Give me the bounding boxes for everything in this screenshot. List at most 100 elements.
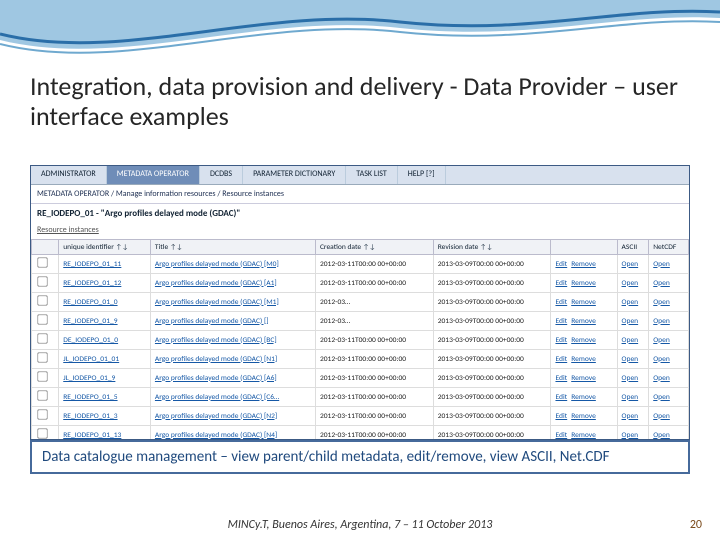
row-id[interactable]: RE_IODEPO_01_9 <box>59 312 151 331</box>
table-row: RE_IODEPO_01_11Argo profiles delayed mod… <box>32 255 689 274</box>
row-title[interactable]: Argo profiles delayed mode (GDAC) [N1] <box>150 350 315 369</box>
row-checkbox[interactable] <box>37 352 47 362</box>
row-id[interactable]: RE_IODEPO_01_12 <box>59 274 151 293</box>
row-checkbox-cell <box>32 426 59 441</box>
netcdf-link[interactable]: Open <box>649 369 689 388</box>
table-row: JL_IODEPO_01_9Argo profiles delayed mode… <box>32 369 689 388</box>
ascii-link[interactable]: Open <box>617 388 649 407</box>
ascii-link[interactable]: Open <box>617 331 649 350</box>
table-row: RE_IODEPO_01_0Argo profiles delayed mode… <box>32 293 689 312</box>
footer-text: MINCy.T, Buenos Aires, Argentina, 7 – 11… <box>0 518 720 532</box>
tab-help[interactable]: HELP [?] <box>398 166 446 184</box>
row-checkbox[interactable] <box>37 276 47 286</box>
row-title[interactable]: Argo profiles delayed mode (GDAC) [A6] <box>150 369 315 388</box>
netcdf-link[interactable]: Open <box>649 350 689 369</box>
ascii-link[interactable]: Open <box>617 369 649 388</box>
col-title[interactable]: Title ↑↓ <box>150 240 315 255</box>
row-id[interactable]: JL_IODEPO_01_01 <box>59 350 151 369</box>
ascii-link[interactable]: Open <box>617 312 649 331</box>
sort-icon[interactable]: ↑↓ <box>170 242 183 251</box>
row-title[interactable]: Argo profiles delayed mode (GDAC) [N4] <box>150 426 315 441</box>
table-row: JL_IODEPO_01_01Argo profiles delayed mod… <box>32 350 689 369</box>
remove-link[interactable]: Remove <box>571 336 596 345</box>
row-creation-date: 2012-03… <box>315 312 433 331</box>
edit-link[interactable]: Edit <box>555 279 567 288</box>
edit-link[interactable]: Edit <box>555 298 567 307</box>
tab-metadata-operator[interactable]: METADATA OPERATOR <box>107 166 200 184</box>
edit-link[interactable]: Edit <box>555 393 567 402</box>
ascii-link[interactable]: Open <box>617 350 649 369</box>
row-title[interactable]: Argo profiles delayed mode (GDAC) [N2] <box>150 407 315 426</box>
remove-link[interactable]: Remove <box>571 317 596 326</box>
row-checkbox[interactable] <box>37 428 47 438</box>
row-title[interactable]: Argo profiles delayed mode (GDAC) [] <box>150 312 315 331</box>
sort-icon[interactable]: ↑↓ <box>480 242 493 251</box>
row-checkbox[interactable] <box>37 314 47 324</box>
row-id[interactable]: RE_IODEPO_01_5 <box>59 388 151 407</box>
ascii-link[interactable]: Open <box>617 255 649 274</box>
edit-link[interactable]: Edit <box>555 260 567 269</box>
netcdf-link[interactable]: Open <box>649 255 689 274</box>
netcdf-link[interactable]: Open <box>649 274 689 293</box>
row-title[interactable]: Argo profiles delayed mode (GDAC) [M1] <box>150 293 315 312</box>
row-checkbox-cell <box>32 312 59 331</box>
netcdf-link[interactable]: Open <box>649 331 689 350</box>
ascii-link[interactable]: Open <box>617 274 649 293</box>
row-title[interactable]: Argo profiles delayed mode (GDAC) [C6… <box>150 388 315 407</box>
tab-administrator[interactable]: ADMINISTRATOR <box>31 166 107 184</box>
ascii-link[interactable]: Open <box>617 426 649 441</box>
row-checkbox[interactable] <box>37 390 47 400</box>
row-id[interactable]: RE_IODEPO_01_11 <box>59 255 151 274</box>
row-checkbox[interactable] <box>37 257 47 267</box>
netcdf-link[interactable]: Open <box>649 388 689 407</box>
sort-icon[interactable]: ↑↓ <box>116 242 129 251</box>
remove-link[interactable]: Remove <box>571 298 596 307</box>
row-title[interactable]: Argo profiles delayed mode (GDAC) [M0] <box>150 255 315 274</box>
row-checkbox[interactable] <box>37 371 47 381</box>
netcdf-link[interactable]: Open <box>649 407 689 426</box>
sort-icon[interactable]: ↑↓ <box>363 242 376 251</box>
remove-link[interactable]: Remove <box>571 374 596 383</box>
tab-dcdbs[interactable]: DCDBS <box>200 166 243 184</box>
netcdf-link[interactable]: Open <box>649 312 689 331</box>
col-creation-date[interactable]: Creation date ↑↓ <box>315 240 433 255</box>
nav-tabs: ADMINISTRATOR METADATA OPERATOR DCDBS PA… <box>31 166 689 185</box>
remove-link[interactable]: Remove <box>571 355 596 364</box>
row-checkbox[interactable] <box>37 295 47 305</box>
row-checkbox[interactable] <box>37 333 47 343</box>
section-label: Resource instances <box>31 223 689 239</box>
ascii-link[interactable]: Open <box>617 293 649 312</box>
remove-link[interactable]: Remove <box>571 260 596 269</box>
netcdf-link[interactable]: Open <box>649 293 689 312</box>
row-id[interactable]: RE_IODEPO_01_13 <box>59 426 151 441</box>
row-title[interactable]: Argo profiles delayed mode (GDAC) [BC] <box>150 331 315 350</box>
row-id[interactable]: JL_IODEPO_01_9 <box>59 369 151 388</box>
row-id[interactable]: RE_IODEPO_01_3 <box>59 407 151 426</box>
remove-link[interactable]: Remove <box>571 393 596 402</box>
edit-link[interactable]: Edit <box>555 374 567 383</box>
dataset-title: RE_IODEPO_01 - "Argo profiles delayed mo… <box>31 204 689 223</box>
netcdf-link[interactable]: Open <box>649 426 689 441</box>
ascii-link[interactable]: Open <box>617 407 649 426</box>
col-revision-date[interactable]: Revision date ↑↓ <box>433 240 551 255</box>
row-checkbox-cell <box>32 293 59 312</box>
row-checkbox[interactable] <box>37 409 47 419</box>
remove-link[interactable]: Remove <box>571 279 596 288</box>
row-title[interactable]: Argo profiles delayed mode (GDAC) [A1] <box>150 274 315 293</box>
edit-link[interactable]: Edit <box>555 355 567 364</box>
row-creation-date: 2012-03-11T00:00 00+00:00 <box>315 331 433 350</box>
remove-link[interactable]: Remove <box>571 431 596 440</box>
tab-parameter-dictionary[interactable]: PARAMETER DICTIONARY <box>243 166 346 184</box>
remove-link[interactable]: Remove <box>571 412 596 421</box>
row-revision-date: 2013-03-09T00:00 00+00:00 <box>433 369 551 388</box>
row-revision-date: 2013-03-09T00:00 00+00:00 <box>433 426 551 441</box>
edit-link[interactable]: Edit <box>555 336 567 345</box>
col-id[interactable]: unique identifier ↑↓ <box>59 240 151 255</box>
row-id[interactable]: DE_IODEPO_01_0 <box>59 331 151 350</box>
col-netcdf: NetCDF <box>649 240 689 255</box>
row-id[interactable]: RE_IODEPO_01_0 <box>59 293 151 312</box>
edit-link[interactable]: Edit <box>555 412 567 421</box>
edit-link[interactable]: Edit <box>555 431 567 440</box>
edit-link[interactable]: Edit <box>555 317 567 326</box>
tab-task-list[interactable]: TASK LIST <box>346 166 397 184</box>
